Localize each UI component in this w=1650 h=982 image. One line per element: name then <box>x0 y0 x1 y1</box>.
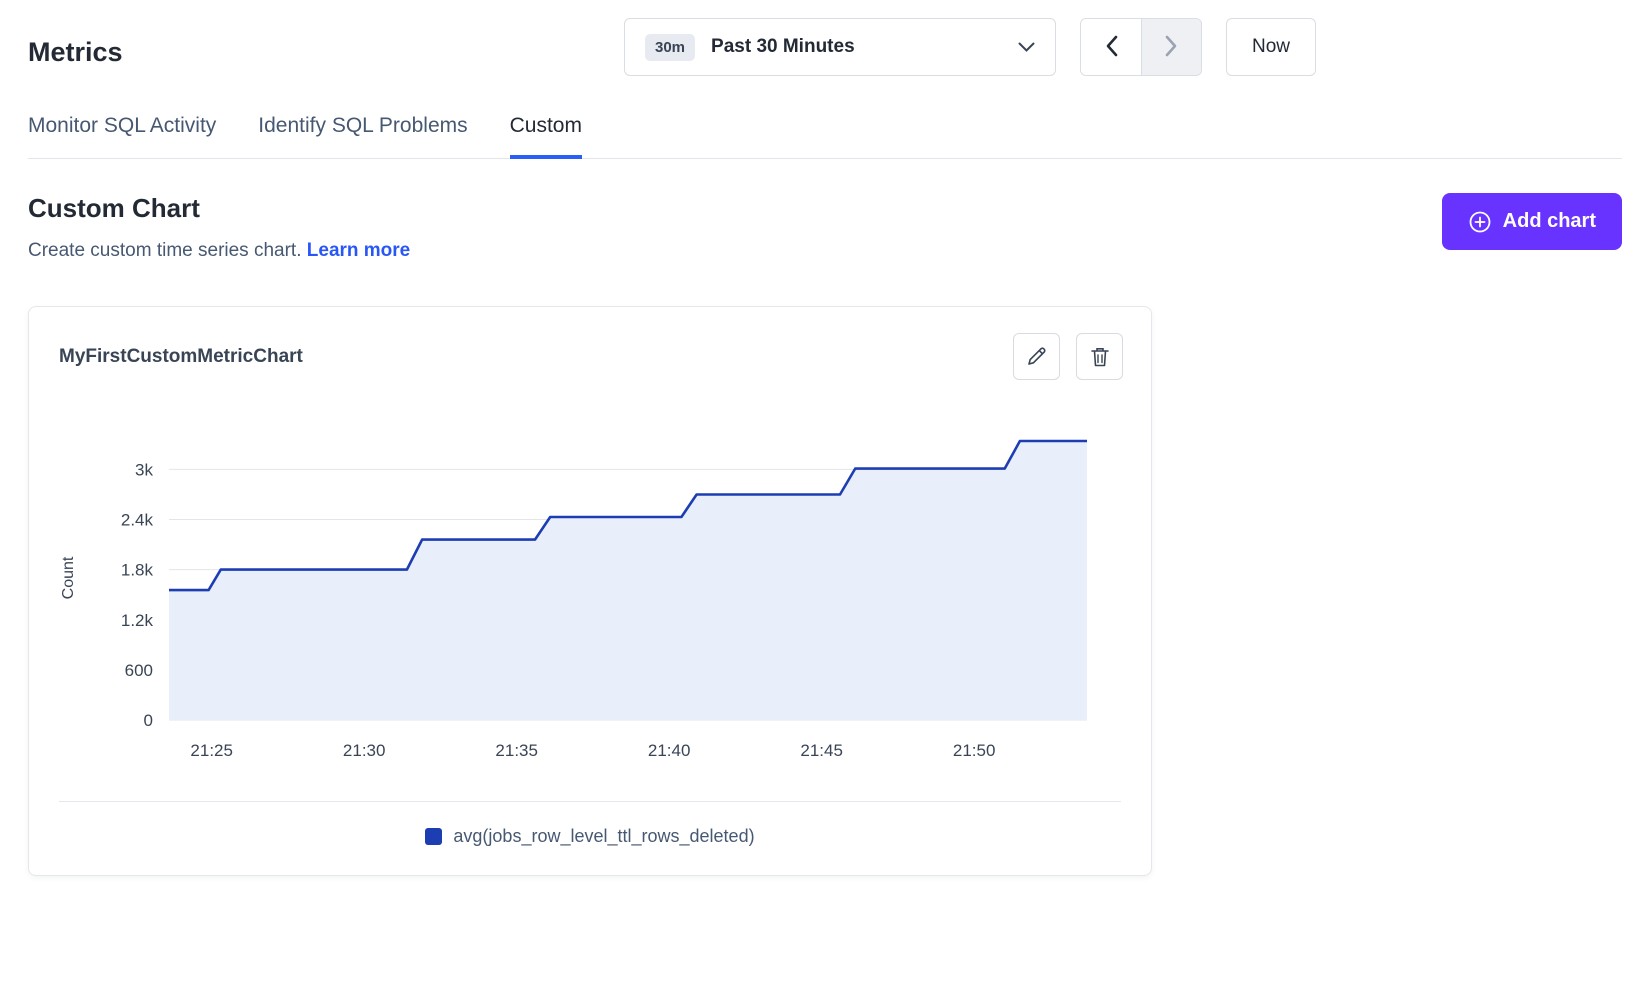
tab-bar: Monitor SQL Activity Identify SQL Proble… <box>28 106 1622 159</box>
time-forward-button[interactable] <box>1141 19 1201 75</box>
legend-swatch <box>425 828 442 845</box>
time-step-buttons <box>1080 18 1202 76</box>
time-range-label: Past 30 Minutes <box>711 36 855 58</box>
tab-custom[interactable]: Custom <box>510 106 582 159</box>
section-description: Create custom time series chart. Learn m… <box>28 240 410 262</box>
chevron-down-icon <box>1018 42 1035 53</box>
time-controls: 30m Past 30 Minutes Now <box>624 18 1316 76</box>
pencil-icon <box>1026 346 1047 367</box>
svg-text:21:25: 21:25 <box>190 741 233 760</box>
svg-text:21:30: 21:30 <box>343 741 386 760</box>
delete-chart-button[interactable] <box>1076 333 1123 380</box>
chart-card: MyFirstCustomMetricChart 0 600 1.2k 1.8k 2.4… <box>28 306 1152 876</box>
chart-legend: avg(jobs_row_level_ttl_rows_deleted) <box>29 802 1151 875</box>
time-back-button[interactable] <box>1081 19 1141 75</box>
chart-card-actions <box>1013 333 1123 380</box>
svg-text:2.4k: 2.4k <box>121 511 154 530</box>
learn-more-link[interactable]: Learn more <box>307 240 410 261</box>
metrics-page: Metrics 30m Past 30 Minutes <box>0 0 1650 916</box>
svg-text:21:50: 21:50 <box>953 741 996 760</box>
section-text: Custom Chart Create custom time series c… <box>28 193 410 262</box>
chevron-right-icon <box>1165 35 1178 60</box>
now-button[interactable]: Now <box>1226 18 1316 76</box>
time-range-selector[interactable]: 30m Past 30 Minutes <box>624 18 1056 76</box>
svg-text:21:35: 21:35 <box>495 741 538 760</box>
svg-text:1.2k: 1.2k <box>121 611 154 630</box>
time-range-badge: 30m <box>645 34 695 61</box>
section-title: Custom Chart <box>28 193 410 224</box>
edit-chart-button[interactable] <box>1013 333 1060 380</box>
svg-text:1.8k: 1.8k <box>121 561 154 580</box>
svg-text:21:40: 21:40 <box>648 741 691 760</box>
section-description-text: Create custom time series chart. <box>28 240 301 261</box>
chart-plot: 0 600 1.2k 1.8k 2.4k 3k 21:25 21:30 21:35 21:40 21… <box>29 380 1151 777</box>
chart-card-header: MyFirstCustomMetricChart <box>29 307 1151 380</box>
circle-plus-icon <box>1468 210 1492 234</box>
chart-title: MyFirstCustomMetricChart <box>59 346 303 368</box>
tab-monitor-sql-activity[interactable]: Monitor SQL Activity <box>28 106 216 159</box>
svg-text:600: 600 <box>125 661 153 680</box>
tab-identify-sql-problems[interactable]: Identify SQL Problems <box>258 106 467 159</box>
trash-icon <box>1090 346 1110 368</box>
custom-chart-section-header: Custom Chart Create custom time series c… <box>28 193 1622 262</box>
chevron-left-icon <box>1105 35 1118 60</box>
add-chart-button[interactable]: Add chart <box>1442 193 1622 250</box>
svg-text:Count: Count <box>60 556 77 599</box>
legend-label: avg(jobs_row_level_ttl_rows_deleted) <box>453 826 754 847</box>
svg-text:3k: 3k <box>135 460 153 479</box>
svg-text:0: 0 <box>144 711 153 730</box>
time-series-chart: 0 600 1.2k 1.8k 2.4k 3k 21:25 21:30 21:35 21:40 21… <box>47 420 1133 772</box>
add-chart-label: Add chart <box>1503 210 1596 233</box>
page-header: Metrics 30m Past 30 Minutes <box>28 18 1622 76</box>
svg-text:21:45: 21:45 <box>800 741 843 760</box>
page-title: Metrics <box>28 37 123 68</box>
